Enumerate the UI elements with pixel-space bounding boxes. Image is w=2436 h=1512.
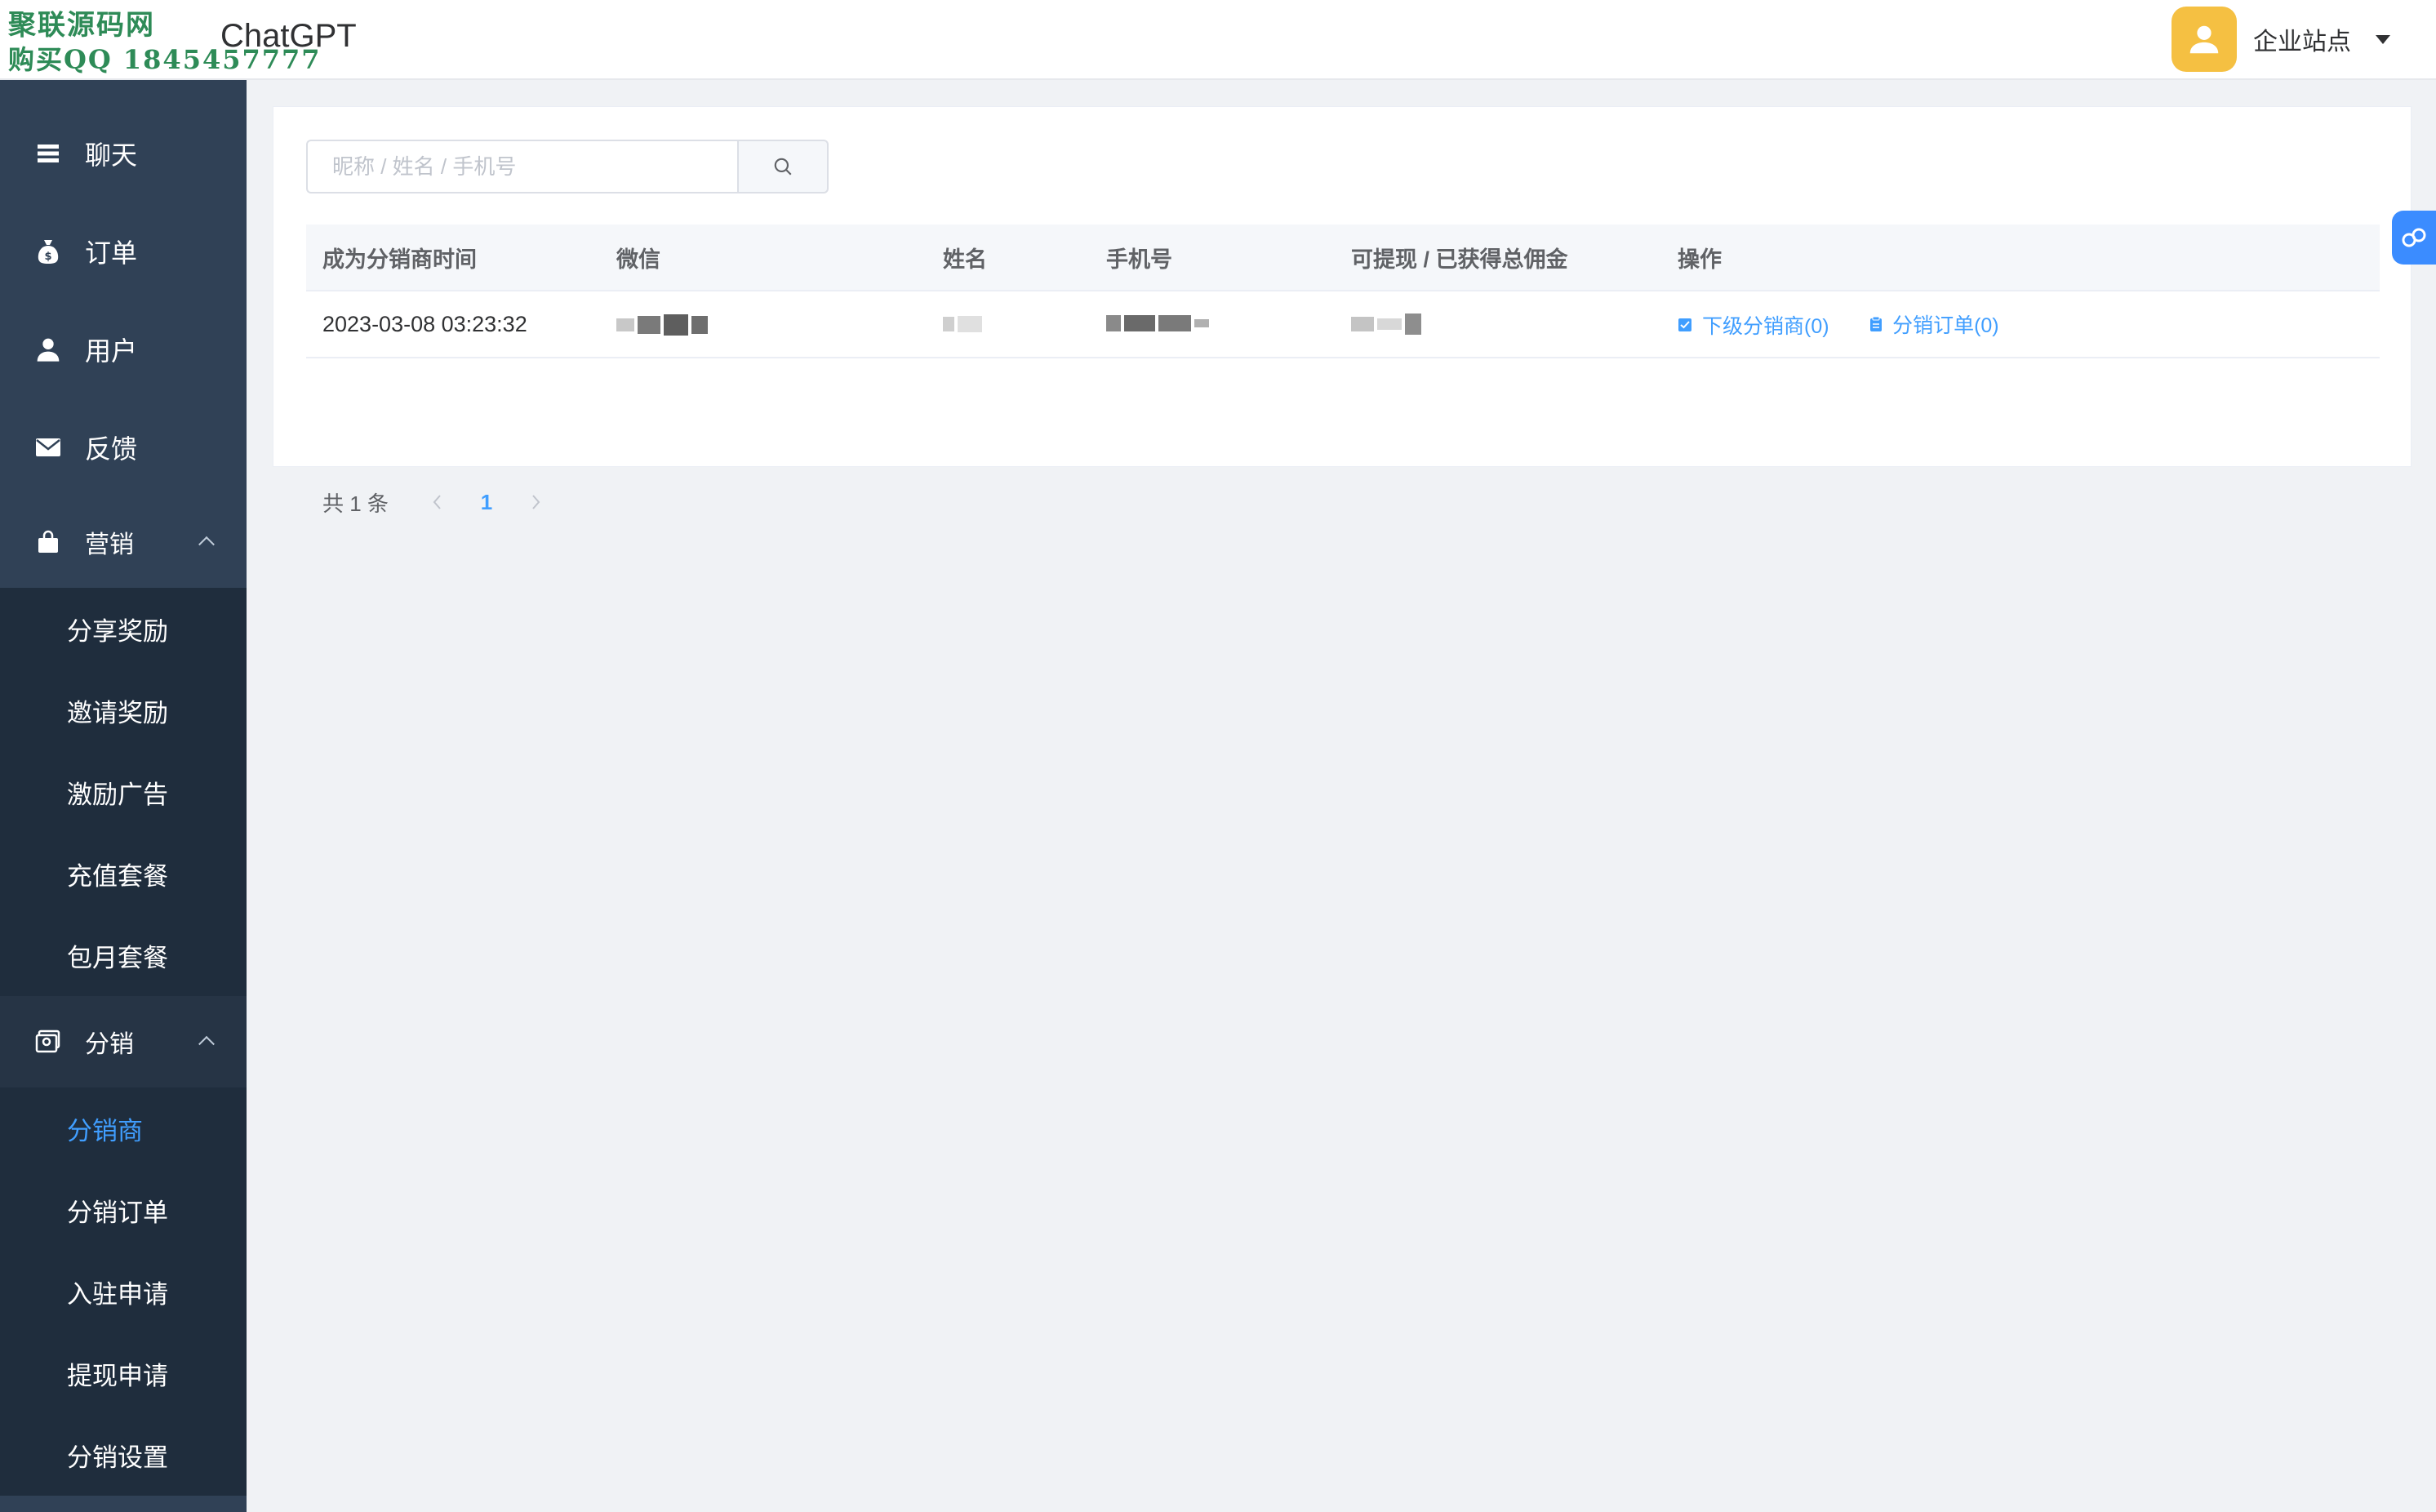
distribution-orders-label: 分销订单(0) [1892,314,1999,337]
submenu-distribution: 分销商 分销订单 入驻申请 提现申请 分销设置 [0,1087,247,1496]
sidebar-item-incentive-ads[interactable]: 激励广告 [0,751,247,833]
avatar[interactable] [2172,7,2237,72]
cell-actions: 下级分销商(0) 分销订单(0) [1661,309,2380,340]
shopping-bag-icon [33,527,64,558]
user-icon [33,334,64,365]
app-title: ChatGPT [220,18,357,54]
column-header: 手机号 [1106,247,1172,272]
sub-distributors-link[interactable]: 下级分销商(0) [1678,310,1829,340]
sidebar-item-distributors[interactable]: 分销商 [0,1087,247,1169]
sidebar-item-chat[interactable]: 聊天 [0,105,247,202]
caret-down-icon[interactable] [2376,34,2390,44]
column-header: 姓名 [943,247,987,272]
user-avatar-icon [2189,25,2219,54]
sidebar-item-label: 聊天 [85,140,138,170]
link-chain-icon [2402,228,2426,247]
sidebar-item-distribution-settings[interactable]: 分销设置 [0,1414,247,1496]
money-bag-icon: $ [33,236,64,267]
pagination-total: 共 1 条 [322,491,389,516]
sidebar-item-users[interactable]: 用户 [0,300,247,398]
chevron-left-icon [433,495,441,509]
sidebar-item-feedback[interactable]: 反馈 [0,398,247,496]
sidebar: 聊天 $ 订单 用户 反馈 营销 分享奖励 邀请奖励 激励广告 充值套餐 包月套… [0,80,247,1512]
clipboard-icon [1870,316,1883,331]
distribution-orders-link[interactable]: 分销订单(0) [1869,309,1999,339]
column-header: 可提现 / 已获得总佣金 [1351,247,1568,272]
cell-wechat-blurred [600,312,927,337]
sidebar-item-label: 用户 [85,336,138,366]
cell-commission-blurred [1335,312,1661,337]
submenu-marketing: 分享奖励 邀请奖励 激励广告 充值套餐 包月套餐 [0,588,247,996]
chevron-up-icon [198,1035,215,1052]
search-icon [774,158,792,176]
sidebar-item-invite-reward[interactable]: 邀请奖励 [0,669,247,751]
search-bar [306,140,829,193]
menu-lines-icon [33,138,64,169]
pagination: 共 1 条 1 [322,486,552,518]
chevron-right-icon [532,495,540,509]
distribution-icon [33,1026,64,1057]
sidebar-item-join-applications[interactable]: 入驻申请 [0,1251,247,1332]
sidebar-item-monthly-package[interactable]: 包月套餐 [0,914,247,996]
cell-join-time: 2023-03-08 03:23:32 [322,311,527,336]
page-number[interactable]: 1 [454,490,519,515]
sidebar-group-distribution[interactable]: 分销 [0,996,247,1087]
distributor-table: 成为分销商时间 微信 姓名 手机号 可提现 / 已获得总佣金 操作 2023-0… [306,225,2380,358]
checkbox-icon [1678,318,1691,331]
next-page-button[interactable] [519,486,552,518]
site-label[interactable]: 企业站点 [2253,21,2351,57]
column-header: 微信 [616,247,660,272]
search-input[interactable] [306,140,737,193]
user-menu[interactable]: 企业站点 [2172,7,2390,72]
column-header: 成为分销商时间 [322,247,477,272]
sub-distributors-label: 下级分销商(0) [1702,314,1829,338]
table-row: 2023-03-08 03:23:32 下级分销商(0) 分销订单(0) [306,291,2380,358]
top-header: 聚联源码网 购买QQ 1845457777 ChatGPT 企业站点 [0,0,2436,80]
sidebar-item-recharge-package[interactable]: 充值套餐 [0,833,247,914]
sidebar-item-share-reward[interactable]: 分享奖励 [0,588,247,669]
sidebar-item-label: 订单 [85,238,138,268]
sidebar-item-orders[interactable]: $ 订单 [0,202,247,300]
distributor-list-card: 成为分销商时间 微信 姓名 手机号 可提现 / 已获得总佣金 操作 2023-0… [273,106,2412,516]
sidebar-group-label: 分销 [85,1031,134,1058]
envelope-icon [33,432,64,463]
cell-name-blurred [927,312,1090,337]
sidebar-item-distribution-orders[interactable]: 分销订单 [0,1169,247,1251]
sidebar-group-label: 营销 [85,531,134,558]
prev-page-button[interactable] [421,486,454,518]
svg-text:$: $ [44,251,51,263]
sidebar-item-withdraw-applications[interactable]: 提现申请 [0,1332,247,1414]
sidebar-group-marketing[interactable]: 营销 [0,496,247,588]
sidebar-item-label: 反馈 [85,434,138,464]
column-header: 操作 [1678,247,1722,272]
chevron-up-icon [198,536,215,553]
table-header: 成为分销商时间 微信 姓名 手机号 可提现 / 已获得总佣金 操作 [306,225,2380,291]
floating-widget-button[interactable] [2392,211,2436,265]
search-button[interactable] [737,140,829,193]
cell-phone-blurred [1090,311,1335,337]
